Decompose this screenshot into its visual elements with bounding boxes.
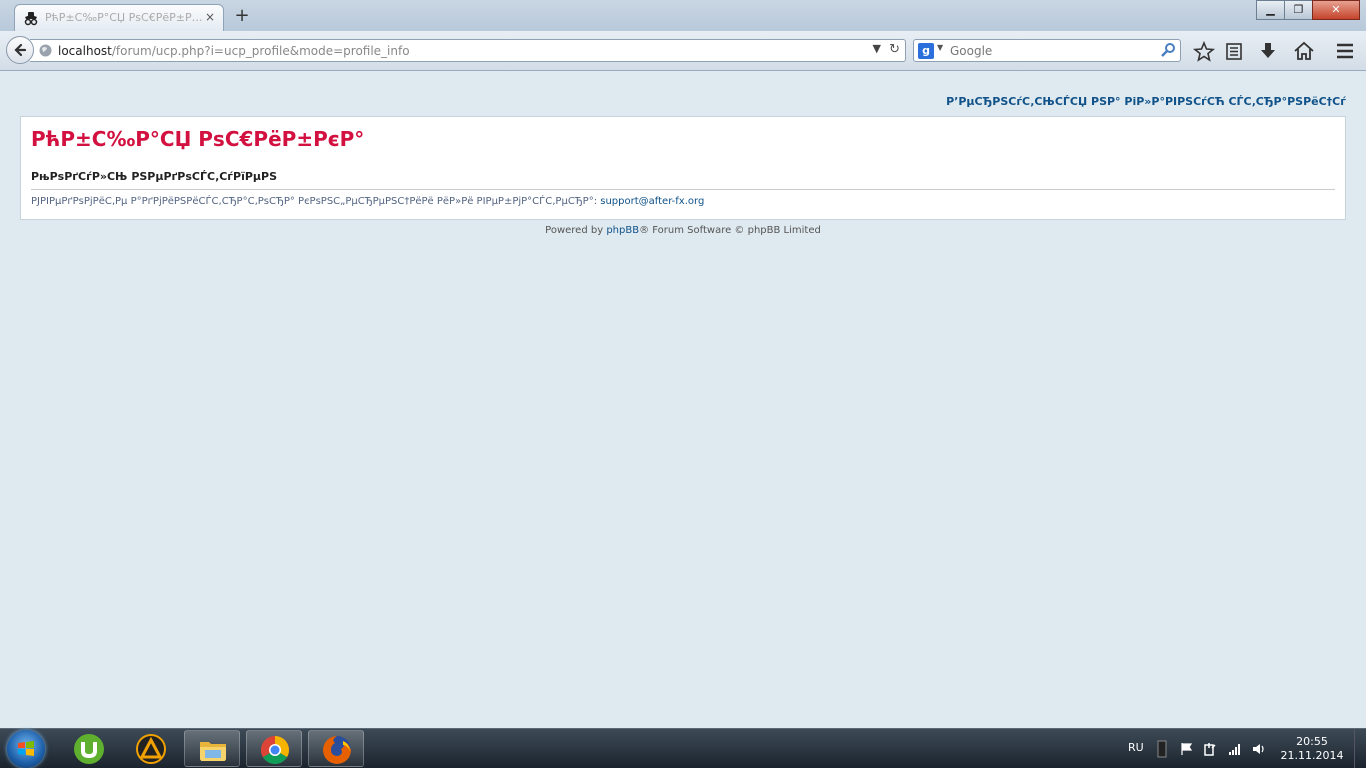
removable-device-icon[interactable] bbox=[1203, 742, 1217, 756]
clock[interactable]: 20:55 21.11.2014 bbox=[1280, 735, 1344, 763]
footer-suffix: ® Forum Software © phpBB Limited bbox=[639, 225, 821, 236]
reload-icon[interactable]: ↻ bbox=[889, 42, 900, 57]
error-message: РњРѕРґСѓР»СЊ РЅРµРґРѕСЃС‚СѓРїРµРЅ bbox=[31, 170, 278, 183]
search-bar[interactable]: g ▼ Google bbox=[913, 39, 1181, 62]
incognito-favicon-icon bbox=[24, 12, 38, 26]
volume-icon[interactable] bbox=[1252, 742, 1266, 756]
aimp-icon bbox=[136, 734, 166, 764]
support-email-link[interactable]: support@after-fx.org bbox=[600, 196, 704, 207]
chrome-icon bbox=[261, 736, 289, 764]
tab-title: РћР±С‰Р°СЏ РѕС€РёР±РєР° bbox=[45, 11, 205, 24]
new-tab-button[interactable]: + bbox=[232, 6, 252, 26]
window-controls: ▁ ❐ ✕ bbox=[1256, 0, 1360, 20]
firefox-taskbar-button[interactable] bbox=[308, 730, 364, 767]
page-title: РћР±С‰Р°СЏ РѕС€РёР±РєР° bbox=[31, 127, 365, 151]
utorrent-icon bbox=[74, 734, 104, 764]
contact-text: РЈРІРµРґРѕРјРёС‚Рµ Р°РґРјРёРЅРёСЃС‚СЂР°С… bbox=[31, 196, 598, 207]
close-button[interactable]: ✕ bbox=[1312, 0, 1360, 20]
back-icon bbox=[14, 43, 27, 57]
footer-prefix: Powered by bbox=[545, 225, 604, 236]
firefox-icon bbox=[323, 736, 351, 764]
action-center-flag-icon[interactable] bbox=[1180, 742, 1194, 756]
utorrent-taskbar-button[interactable] bbox=[61, 730, 117, 767]
back-button[interactable] bbox=[6, 36, 34, 64]
home-link[interactable]: Р’РµСЂРЅСѓС‚СЊСЃСЏ РЅР° РіР»Р°РІРЅСѓСЋ С… bbox=[946, 95, 1346, 108]
title-bar: РћР±С‰Р°СЏ РѕС€РёР±РєР° × + ▁ ❐ ✕ bbox=[0, 0, 1366, 31]
divider bbox=[31, 189, 1335, 190]
network-signal-icon[interactable] bbox=[1228, 742, 1242, 756]
bookmark-star-icon[interactable] bbox=[1191, 39, 1217, 63]
windows-logo-icon bbox=[18, 741, 34, 756]
taskbar: RU 20:55 21.11.2014 bbox=[0, 728, 1366, 768]
keyboard-layout-icon[interactable] bbox=[1157, 740, 1167, 758]
history-dropdown-icon[interactable]: ▼ bbox=[873, 42, 881, 55]
contact-line: РЈРІРµРґРѕРјРёС‚Рµ Р°РґРјРёРЅРёСЃС‚СЂР°С… bbox=[31, 196, 704, 207]
maximize-button[interactable]: ❐ bbox=[1284, 0, 1313, 20]
search-icon[interactable] bbox=[1160, 42, 1176, 58]
show-desktop-button[interactable] bbox=[1354, 729, 1366, 768]
menu-icon[interactable] bbox=[1332, 39, 1358, 63]
home-icon[interactable] bbox=[1291, 39, 1317, 63]
footer: Powered by phpBB® Forum Software © phpBB… bbox=[0, 225, 1366, 236]
folder-icon bbox=[200, 742, 226, 761]
reading-list-icon[interactable] bbox=[1221, 39, 1247, 63]
start-button[interactable] bbox=[7, 730, 45, 768]
active-tab[interactable]: РћР±С‰Р°СЏ РѕС€РёР±РєР° × bbox=[14, 4, 224, 31]
error-panel: РћР±С‰Р°СЏ РѕС€РёР±РєР° РњРѕРґСѓР»СЊ РЅР… bbox=[20, 116, 1346, 220]
language-indicator[interactable]: RU bbox=[1128, 741, 1144, 754]
navigation-toolbar: localhost/forum/ucp.php?i=ucp_profile&mo… bbox=[0, 31, 1366, 71]
clock-time: 20:55 bbox=[1296, 735, 1328, 748]
engine-dropdown-icon[interactable]: ▼ bbox=[937, 43, 943, 52]
url-text[interactable]: localhost/forum/ucp.php?i=ucp_profile&mo… bbox=[58, 44, 410, 58]
clock-date: 21.11.2014 bbox=[1280, 749, 1344, 762]
address-bar[interactable]: localhost/forum/ucp.php?i=ucp_profile&mo… bbox=[30, 39, 906, 62]
phpbb-link[interactable]: phpBB bbox=[606, 225, 639, 236]
google-engine-icon[interactable]: g bbox=[918, 43, 934, 59]
explorer-taskbar-button[interactable] bbox=[184, 730, 240, 767]
search-input[interactable]: Google bbox=[950, 44, 992, 58]
globe-icon bbox=[39, 44, 52, 57]
download-icon[interactable] bbox=[1255, 39, 1281, 63]
aimp-taskbar-button[interactable] bbox=[123, 730, 179, 767]
chrome-taskbar-button[interactable] bbox=[246, 730, 302, 767]
tab-close-icon[interactable]: × bbox=[203, 10, 217, 24]
minimize-button[interactable]: ▁ bbox=[1256, 0, 1285, 20]
